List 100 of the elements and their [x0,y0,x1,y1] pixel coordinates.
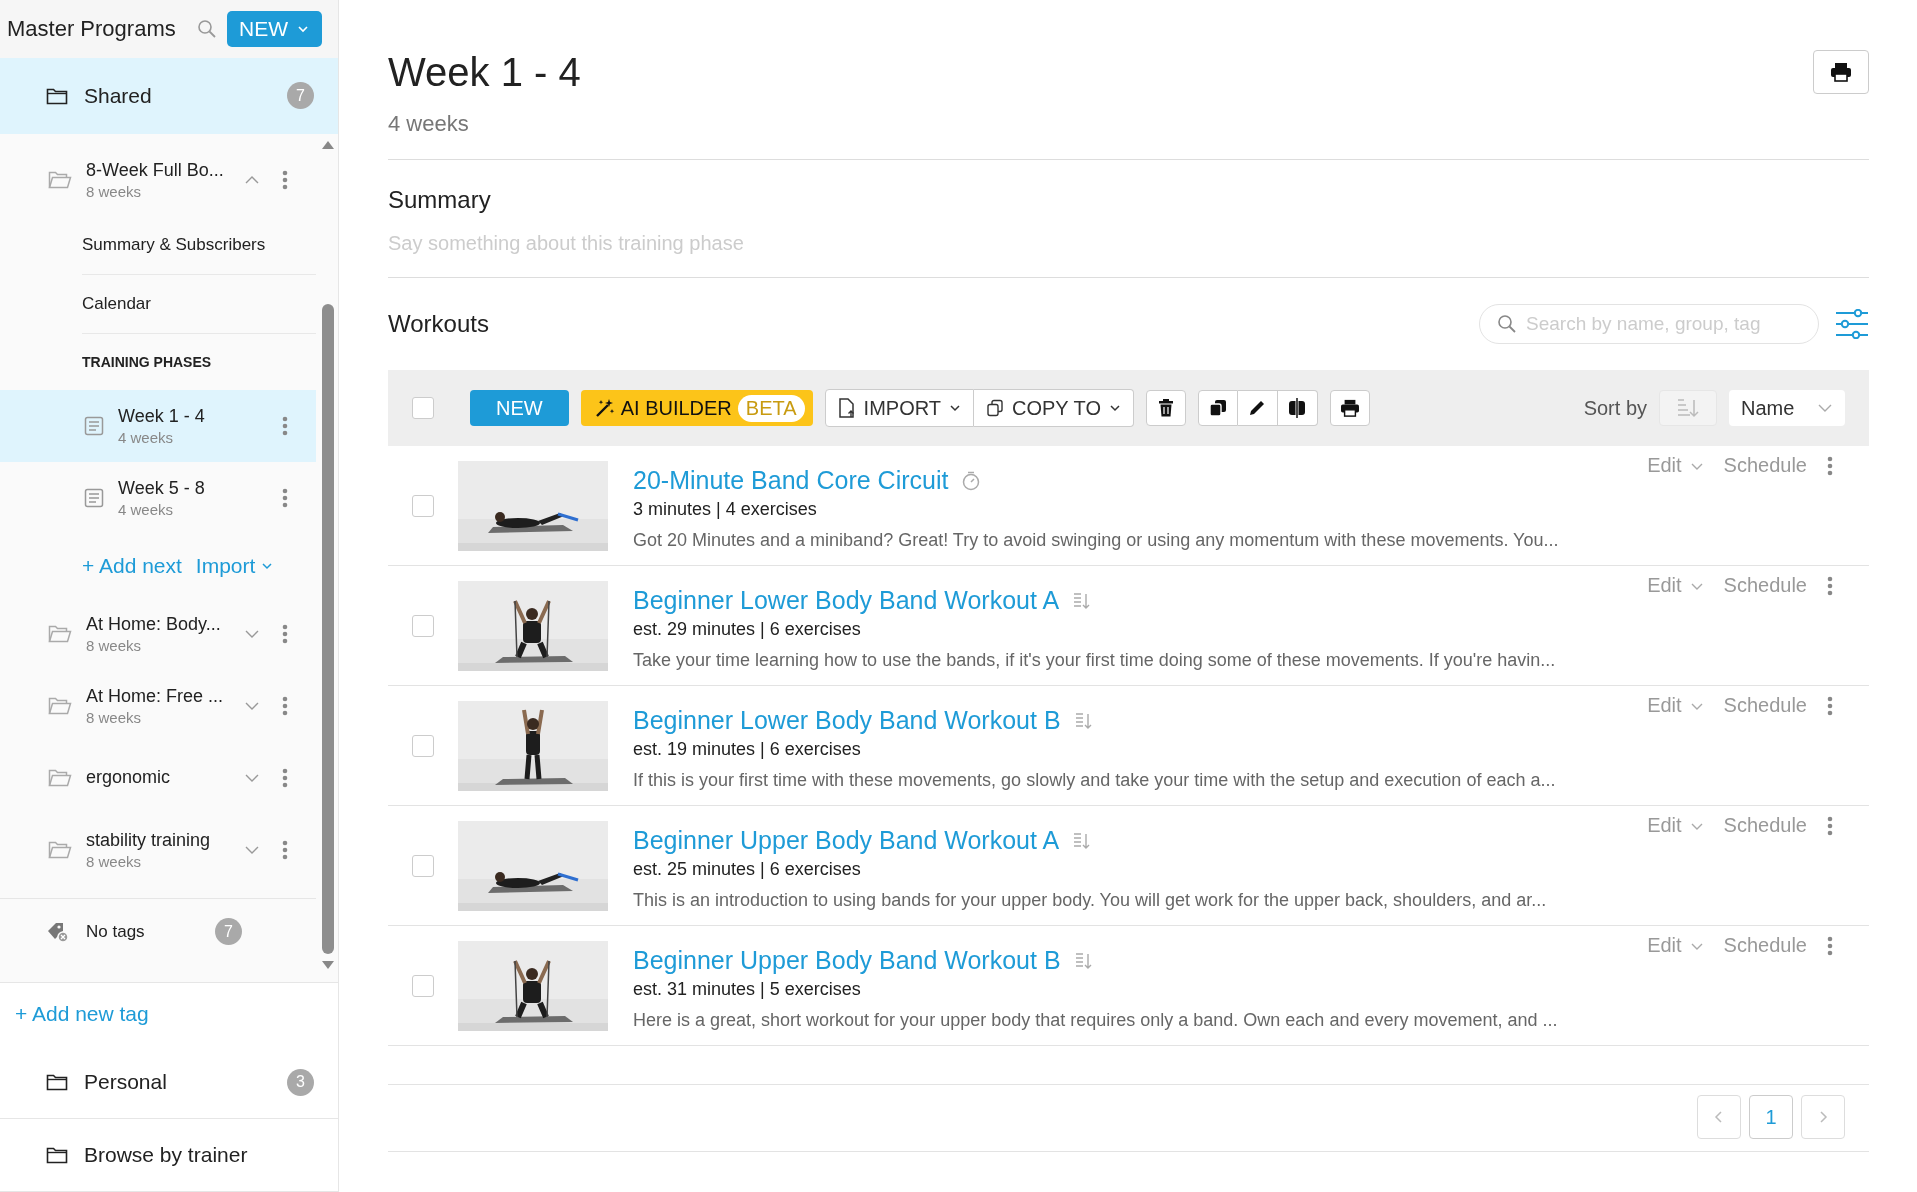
page-button[interactable]: 1 [1749,1095,1793,1139]
copy-icon [986,399,1004,417]
schedule-button[interactable]: Schedule [1723,574,1807,597]
more-icon[interactable] [1827,455,1833,476]
trash-icon [1157,399,1174,417]
new-button[interactable]: NEW [470,390,569,426]
row-checkbox[interactable] [412,614,434,637]
count-badge: 3 [287,1068,314,1096]
delete-button[interactable] [1145,390,1186,426]
program-item[interactable]: ergonomic [0,741,316,814]
workout-title-link[interactable]: 20-Minute Band Core Circuit [633,466,949,495]
phase-item[interactable]: Week 5 - 8 4 weeks [0,461,316,534]
folder-icon [46,86,68,105]
phase-item[interactable]: Week 1 - 4 4 weeks [0,389,316,462]
expand-icon[interactable] [244,772,260,783]
sort-dropdown[interactable]: Name [1729,390,1845,426]
scroll-up-icon[interactable] [321,139,335,150]
select-all-checkbox[interactable] [412,397,434,419]
scrollbar-thumb[interactable] [322,303,334,954]
more-icon[interactable] [1827,935,1833,956]
edit-button[interactable] [1237,390,1278,426]
print-button[interactable] [1813,50,1869,94]
import-button[interactable]: IMPORT [824,389,974,427]
import-link[interactable]: Import [195,553,274,578]
program-item[interactable]: 8-Week Full Bo... 8 weeks [0,143,316,216]
more-icon[interactable] [1827,815,1833,836]
more-icon[interactable] [1827,695,1833,716]
folder-item[interactable]: Shared 7 [0,57,338,134]
folder-item[interactable]: Personal 3 [0,1046,338,1119]
schedule-button[interactable]: Schedule [1723,454,1807,477]
split-button[interactable] [1277,390,1318,426]
workout-meta: est. 31 minutes | 5 exercises [633,979,862,1000]
expand-icon[interactable] [244,700,260,711]
folder-icon [46,1146,68,1164]
caret-icon [1817,403,1833,413]
row-checkbox[interactable] [412,854,434,877]
schedule-button[interactable]: Schedule [1723,694,1807,717]
more-icon[interactable] [1827,575,1833,596]
more-icon[interactable] [282,623,288,644]
sort-icon [1073,591,1092,610]
search-icon [1497,314,1517,334]
sort-icon [1073,831,1092,850]
schedule-button[interactable]: Schedule [1723,814,1807,837]
print-icon [1830,62,1852,82]
workout-title-link[interactable]: Beginner Upper Body Band Workout B [633,946,1061,975]
row-checkbox[interactable] [412,494,434,517]
more-icon[interactable] [282,767,288,788]
more-icon[interactable] [282,839,288,860]
edit-dropdown[interactable]: Edit [1647,694,1704,717]
expand-icon[interactable] [244,844,260,855]
duplicate-button[interactable] [1197,390,1238,426]
new-button[interactable]: NEW [227,10,322,47]
folder-icon [48,840,72,859]
folder-icon [48,170,72,189]
page-subtitle: 4 weeks [388,111,470,137]
more-icon[interactable] [282,415,288,436]
page-title: Week 1 - 4 [388,50,581,95]
row-checkbox[interactable] [412,734,434,757]
schedule-button[interactable]: Schedule [1723,934,1807,957]
print-button[interactable] [1329,390,1370,426]
folder-icon [48,624,72,643]
workout-description: This is an introduction to using bands for your upper body. You will get work for the upper back, shoulders, and ar... [633,890,1548,911]
tag-icon [46,920,70,943]
edit-dropdown[interactable]: Edit [1647,934,1704,957]
edit-dropdown[interactable]: Edit [1647,454,1704,477]
row-checkbox[interactable] [412,974,434,997]
program-item[interactable]: At Home: Body... 8 weeks [0,597,316,670]
workout-title-link[interactable]: Beginner Lower Body Band Workout B [633,706,1061,735]
tag-item[interactable]: No tags 7 [0,897,316,965]
program-item[interactable]: stability training 8 weeks [0,813,316,886]
collapse-icon[interactable] [244,174,260,185]
workout-description: If this is your first time with these movements, go slowly and take your time with the setup and execution of each a... [633,770,1557,791]
program-link[interactable]: Calendar [82,274,316,334]
pencil-icon [1248,399,1267,417]
filter-icon[interactable] [1835,309,1869,339]
workout-title-link[interactable]: Beginner Upper Body Band Workout A [633,826,1060,855]
copy-to-button[interactable]: COPY TO [974,389,1134,427]
caret-icon [261,560,274,571]
caret-icon [949,403,961,413]
workout-title-link[interactable]: Beginner Lower Body Band Workout A [633,586,1060,615]
workout-meta: est. 25 minutes | 6 exercises [633,859,862,880]
folder-item[interactable]: Browse by trainer [0,1119,338,1192]
workout-meta: 3 minutes | 4 exercises [633,499,818,520]
add-next-link[interactable]: + Add next [82,553,182,578]
scroll-down-icon[interactable] [321,959,335,970]
program-item[interactable]: At Home: Free ... 8 weeks [0,669,316,742]
ai-builder-button[interactable]: AI BUILDER BETA [580,390,813,426]
more-icon[interactable] [282,169,288,190]
edit-dropdown[interactable]: Edit [1647,574,1704,597]
more-icon[interactable] [282,695,288,716]
edit-dropdown[interactable]: Edit [1647,814,1704,837]
split-icon [1287,398,1308,418]
more-icon[interactable] [282,487,288,508]
search-icon[interactable] [197,18,217,39]
program-link[interactable]: Summary & Subscribers [82,215,316,275]
add-tag-link[interactable]: + Add new tag [0,982,338,1046]
section-heading: Workouts [388,310,490,338]
chevron-left-icon [1714,1110,1724,1124]
expand-icon[interactable] [244,628,260,639]
folder-icon [48,768,72,787]
